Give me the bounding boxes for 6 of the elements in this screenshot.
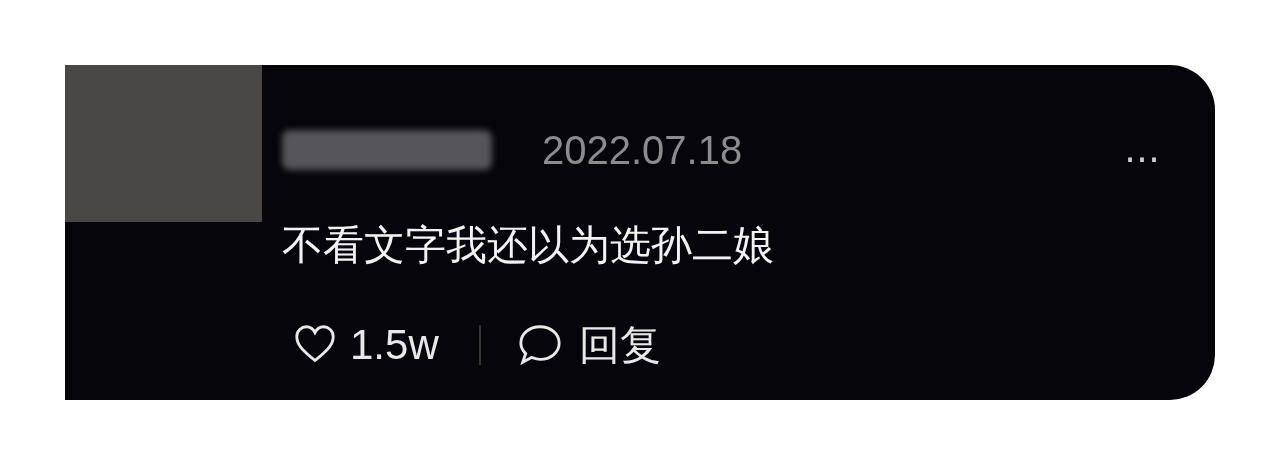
like-count: 1.5w: [350, 321, 439, 369]
more-button[interactable]: …: [1124, 130, 1160, 170]
speech-bubble-icon[interactable]: [516, 322, 563, 368]
reply-button[interactable]: 回复: [578, 317, 661, 373]
comment-text: 不看文字我还以为选孙二娘: [282, 222, 775, 268]
comment-date: 2022.07.18: [542, 127, 743, 173]
